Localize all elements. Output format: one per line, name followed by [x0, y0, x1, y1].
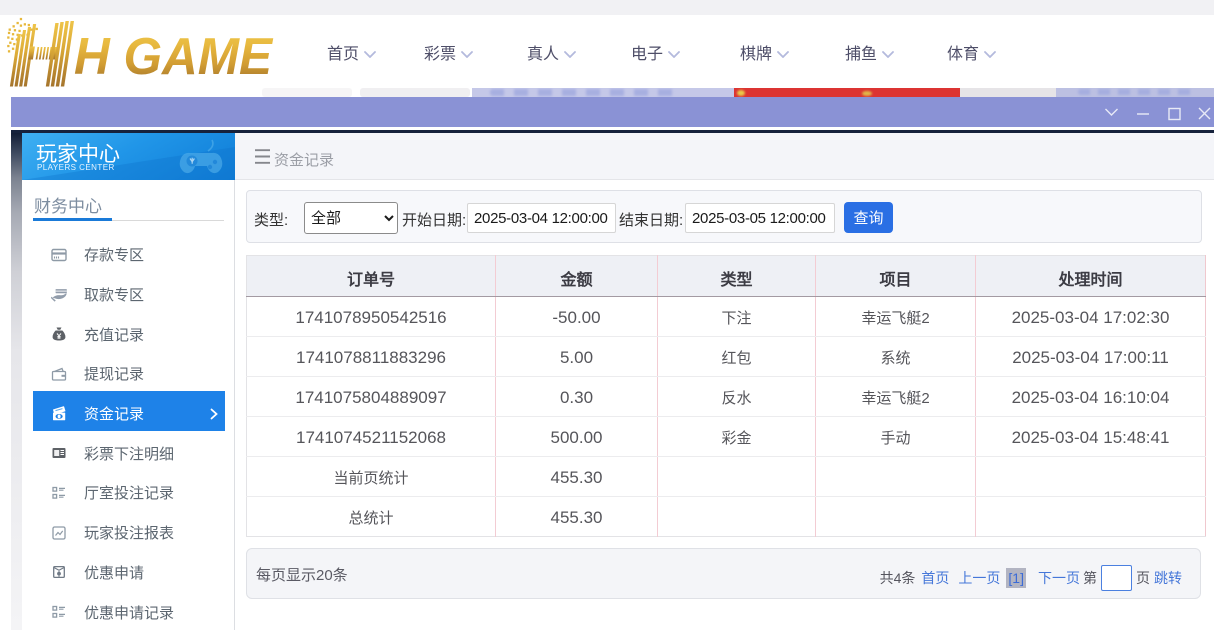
svg-text:H GAME: H GAME [74, 28, 273, 86]
